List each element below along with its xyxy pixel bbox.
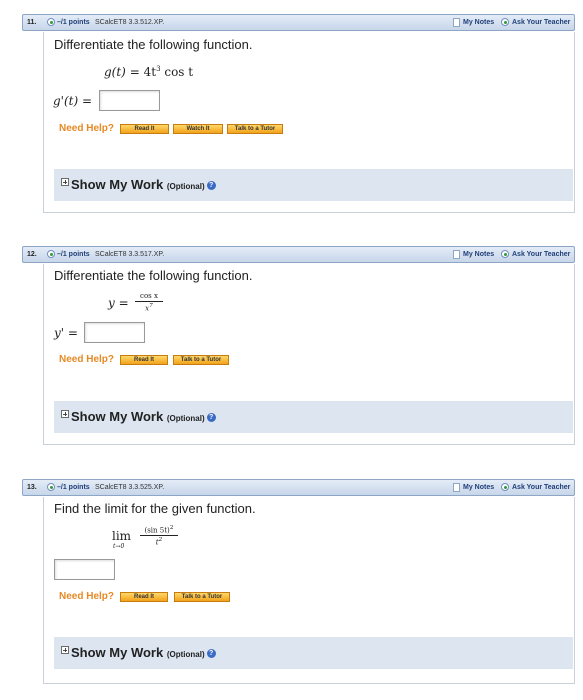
question-prompt: Find the limit for the given function. — [54, 501, 256, 516]
points-label: –/1 points — [57, 484, 90, 491]
limit-word: lim — [112, 529, 132, 543]
question-number: 11. — [27, 19, 37, 26]
question-mark-icon[interactable]: ? — [206, 649, 216, 659]
function-expression: g(t) = 4t3 cos t — [104, 65, 193, 79]
my-notes-link[interactable]: My Notes — [463, 480, 494, 495]
show-work-panel[interactable]: Show My Work (Optional)? — [54, 401, 573, 433]
points-label: –/1 points — [57, 19, 90, 26]
show-work-panel[interactable]: Show My Work (Optional)? — [54, 169, 573, 201]
need-help-label: Need Help? — [59, 591, 115, 602]
need-help-label: Need Help? — [59, 123, 115, 134]
need-help-label: Need Help? — [59, 354, 115, 365]
question-prompt: Differentiate the following function. — [54, 268, 253, 283]
ask-teacher-dot-icon — [501, 250, 509, 258]
function-exp: 3 — [156, 65, 161, 73]
question-code: SCalcET8 3.3.525.XP. — [95, 484, 165, 491]
function-fraction: cos x x7 — [135, 292, 163, 312]
question-header: 12. –/1 points SCalcET8 3.3.517.XP. My N… — [22, 246, 575, 263]
optional-label: (Optional) — [166, 414, 205, 423]
show-my-work-title[interactable]: Show My Work (Optional)? — [71, 177, 216, 192]
optional-label: (Optional) — [166, 182, 205, 191]
fraction-bar — [140, 535, 178, 537]
question-13: 13. –/1 points SCalcET8 3.3.525.XP. My N… — [22, 479, 575, 684]
question-mark-icon[interactable]: ? — [206, 413, 216, 423]
notes-icon[interactable] — [453, 18, 460, 27]
question-12: 12. –/1 points SCalcET8 3.3.517.XP. My N… — [22, 246, 575, 446]
question-number: 12. — [27, 251, 37, 258]
function-lhs: g(t) — [104, 65, 126, 79]
answer-input[interactable] — [54, 559, 115, 580]
my-notes-link[interactable]: My Notes — [463, 247, 494, 262]
question-header: 11. –/1 points SCalcET8 3.3.512.XP. My N… — [22, 14, 575, 31]
ask-teacher-link[interactable]: Ask Your Teacher — [512, 480, 570, 495]
read-it-button[interactable]: Read It — [120, 124, 169, 134]
question-code: SCalcET8 3.3.512.XP. — [95, 19, 165, 26]
expand-plus-icon[interactable] — [61, 646, 69, 654]
show-work-panel[interactable]: Show My Work (Optional)? — [54, 637, 573, 669]
talk-to-tutor-button[interactable]: Talk to a Tutor — [227, 124, 283, 134]
my-notes-link[interactable]: My Notes — [463, 15, 494, 30]
question-mark-icon[interactable]: ? — [206, 181, 216, 191]
notes-icon[interactable] — [453, 250, 460, 259]
limit-subscript: t→0 — [113, 543, 125, 550]
function-coef: 4t — [143, 65, 157, 79]
status-dot-icon — [47, 18, 55, 26]
status-dot-icon — [47, 483, 55, 491]
expand-plus-icon[interactable] — [61, 178, 69, 186]
ask-teacher-link[interactable]: Ask Your Teacher — [512, 15, 570, 30]
optional-label: (Optional) — [166, 650, 205, 659]
question-header: 13. –/1 points SCalcET8 3.3.525.XP. My N… — [22, 479, 575, 496]
fraction-numerator: cos x — [140, 292, 158, 300]
status-dot-icon — [47, 250, 55, 258]
answer-label: g'(t) = — [53, 94, 93, 108]
fraction-bar — [135, 301, 163, 302]
expand-plus-icon[interactable] — [61, 410, 69, 418]
ask-teacher-link[interactable]: Ask Your Teacher — [512, 247, 570, 262]
show-my-work-title[interactable]: Show My Work (Optional)? — [71, 645, 216, 660]
ask-teacher-dot-icon — [501, 483, 509, 491]
read-it-button[interactable]: Read It — [120, 355, 168, 365]
points-label: –/1 points — [57, 251, 90, 258]
question-11: 11. –/1 points SCalcET8 3.3.512.XP. My N… — [22, 14, 575, 213]
question-prompt: Differentiate the following function. — [54, 37, 253, 52]
talk-to-tutor-button[interactable]: Talk to a Tutor — [173, 355, 229, 365]
fraction-numerator: (sin 5t)2 — [144, 525, 174, 535]
answer-input[interactable] — [84, 322, 145, 343]
fraction-denominator: x7 — [145, 303, 153, 313]
answer-input[interactable] — [99, 90, 160, 111]
talk-to-tutor-button[interactable]: Talk to a Tutor — [174, 592, 230, 602]
show-my-work-title[interactable]: Show My Work (Optional)? — [71, 409, 216, 424]
notes-icon[interactable] — [453, 483, 460, 492]
answer-label: y' = — [54, 326, 78, 340]
function-tail: cos t — [164, 65, 194, 79]
watch-it-button[interactable]: Watch It — [173, 124, 223, 134]
question-code: SCalcET8 3.3.517.XP. — [95, 251, 165, 258]
function-lhs: y = — [108, 296, 129, 310]
ask-teacher-dot-icon — [501, 18, 509, 26]
equals-sign: = — [129, 65, 140, 79]
limit-fraction: (sin 5t)2 t2 — [140, 525, 178, 547]
read-it-button[interactable]: Read It — [120, 592, 168, 602]
fraction-denominator: t2 — [155, 537, 163, 547]
question-number: 13. — [27, 484, 37, 491]
